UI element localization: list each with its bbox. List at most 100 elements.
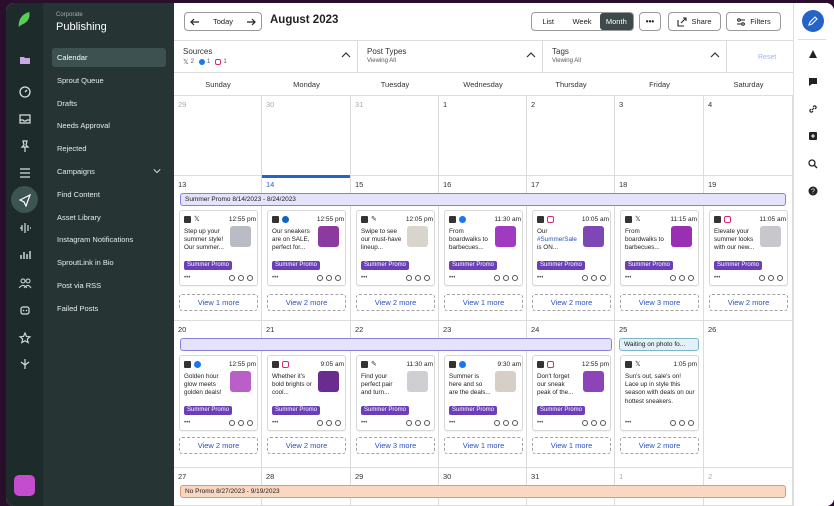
arrow-right-icon[interactable] <box>246 17 256 27</box>
sidebar-item[interactable]: Asset Library <box>52 208 166 227</box>
more-dots-icon[interactable]: ••• <box>184 420 190 426</box>
edit-icon[interactable] <box>600 420 606 426</box>
tag-icon[interactable] <box>406 275 412 281</box>
eye-icon[interactable] <box>415 275 421 281</box>
view-more-button[interactable]: View 2 more <box>267 294 346 311</box>
more-dots-icon[interactable]: ••• <box>272 275 278 281</box>
publishing-send-icon[interactable] <box>11 186 38 213</box>
link-icon[interactable] <box>808 104 818 114</box>
edit-icon[interactable] <box>688 420 694 426</box>
view-week-button[interactable]: Week <box>564 13 599 30</box>
view-more-button[interactable]: View 2 more <box>267 437 346 454</box>
post-card[interactable]: ✎ 11:30 am Find your perfect pair and turn… <box>356 355 435 431</box>
edit-icon[interactable] <box>688 275 694 281</box>
view-more-button[interactable]: View 2 more <box>179 437 258 454</box>
reset-filters-link[interactable]: Reset <box>758 54 776 61</box>
eye-icon[interactable] <box>326 420 332 426</box>
tag-icon[interactable] <box>406 420 412 426</box>
more-dots-icon[interactable]: ••• <box>449 420 455 426</box>
view-month-button[interactable]: Month <box>599 13 633 30</box>
eye-icon[interactable] <box>326 275 332 281</box>
sources-filter[interactable]: Sources 𝕏2 1 1 <box>174 41 358 72</box>
post-card[interactable]: 11:30 am From boardwalks to barbecues... S… <box>444 210 523 286</box>
edit-icon[interactable] <box>512 275 518 281</box>
today-button[interactable]: Today <box>213 17 233 26</box>
search-icon[interactable] <box>808 159 818 169</box>
eye-icon[interactable] <box>238 275 244 281</box>
eye-icon[interactable] <box>503 420 509 426</box>
eye-icon[interactable] <box>591 275 597 281</box>
view-more-button[interactable]: View 2 more <box>709 294 788 311</box>
more-dots-icon[interactable]: ••• <box>537 275 543 281</box>
view-more-button[interactable]: View 1 more <box>532 437 611 454</box>
post-card[interactable]: 12:55 pm Our sneakers are on SALE, perfec… <box>267 210 346 286</box>
edit-icon[interactable] <box>424 420 430 426</box>
sidebar-item[interactable]: Failed Posts <box>52 299 166 318</box>
post-card[interactable]: 10:05 am Our #SummerSale is ON... Summer P… <box>532 210 611 286</box>
sidebar-item[interactable]: Post via RSS <box>52 276 166 295</box>
edit-icon[interactable] <box>335 420 341 426</box>
more-dots-icon[interactable]: ••• <box>449 275 455 281</box>
tag-icon[interactable] <box>759 275 765 281</box>
sidebar-item[interactable]: Drafts <box>52 94 166 113</box>
view-more-button[interactable]: View 2 more <box>620 437 699 454</box>
tag-icon[interactable] <box>494 275 500 281</box>
people-icon[interactable] <box>15 273 34 292</box>
more-dots-icon[interactable]: ••• <box>714 275 720 281</box>
post-card[interactable]: 𝕏 1:05 pm Sun's out, sale's on! Lace up in… <box>620 355 699 431</box>
view-more-button[interactable]: View 1 more <box>444 294 523 311</box>
tag-icon[interactable] <box>317 275 323 281</box>
view-more-button[interactable]: View 2 more <box>356 294 435 311</box>
tag-icon[interactable] <box>582 275 588 281</box>
profile-avatar[interactable] <box>14 475 35 496</box>
view-more-button[interactable]: View 1 more <box>444 437 523 454</box>
post-card[interactable]: ✎ 12:05 pm Swipe to see our must-have line… <box>356 210 435 286</box>
post-card[interactable]: 12:55 pm Golden hour glow meets golden de… <box>179 355 258 431</box>
pin-icon[interactable] <box>15 136 34 155</box>
edit-icon[interactable] <box>512 420 518 426</box>
more-dots-icon[interactable]: ••• <box>184 275 190 281</box>
view-more-button[interactable]: View 3 more <box>356 437 435 454</box>
help-icon[interactable]: ? <box>808 186 818 196</box>
sidebar-item[interactable]: Needs Approval <box>52 116 166 135</box>
post-card[interactable]: 𝕏 11:15 am From boardwalks to barbecues...… <box>620 210 699 286</box>
view-more-button[interactable]: View 1 more <box>179 294 258 311</box>
post-card[interactable]: 9:05 am Whether it's bold brights or cool… <box>267 355 346 431</box>
add-icon[interactable] <box>808 131 818 141</box>
campaign-band[interactable]: Summer Promo 8/14/2023 - 8/24/2023 <box>180 193 786 206</box>
comment-icon[interactable] <box>808 77 818 87</box>
tag-icon[interactable] <box>670 275 676 281</box>
post-card[interactable]: 𝕏 12:55 pm Step up your summer style! Our … <box>179 210 258 286</box>
day-cell[interactable]: 2 <box>527 96 615 175</box>
sidebar-item[interactable]: Calendar <box>52 48 166 67</box>
more-dots-icon[interactable]: ••• <box>537 420 543 426</box>
gauge-icon[interactable] <box>15 82 34 101</box>
share-button[interactable]: Share <box>668 12 721 31</box>
star-icon[interactable] <box>15 328 34 347</box>
day-cell[interactable]: 26 <box>704 321 793 467</box>
eye-icon[interactable] <box>591 420 597 426</box>
reports-bar-icon[interactable] <box>15 245 34 264</box>
note-band[interactable]: Waiting on photo fo... <box>619 338 699 351</box>
edit-icon[interactable] <box>424 275 430 281</box>
sidebar-item[interactable]: SproutLink in Bio <box>52 253 166 272</box>
post-types-filter[interactable]: Post Types Viewing All <box>358 41 543 72</box>
more-options-button[interactable]: ••• <box>639 12 661 31</box>
alert-icon[interactable] <box>808 49 818 59</box>
eye-icon[interactable] <box>679 420 685 426</box>
tags-filter[interactable]: Tags Viewing All <box>543 41 727 72</box>
eye-icon[interactable] <box>503 275 509 281</box>
tag-icon[interactable] <box>229 275 235 281</box>
day-cell[interactable]: 3 <box>615 96 704 175</box>
day-cell[interactable]: 1 <box>439 96 527 175</box>
edit-icon[interactable] <box>777 275 783 281</box>
sidebar-item[interactable]: Campaigns <box>52 162 166 181</box>
sidebar-item[interactable]: Find Content <box>52 185 166 204</box>
edit-icon[interactable] <box>247 420 253 426</box>
eye-icon[interactable] <box>768 275 774 281</box>
folder-icon[interactable] <box>15 50 34 69</box>
arrow-left-icon[interactable] <box>190 17 200 27</box>
day-cell[interactable]: 31 <box>351 96 439 175</box>
edit-icon[interactable] <box>335 275 341 281</box>
view-more-button[interactable]: View 3 more <box>620 294 699 311</box>
